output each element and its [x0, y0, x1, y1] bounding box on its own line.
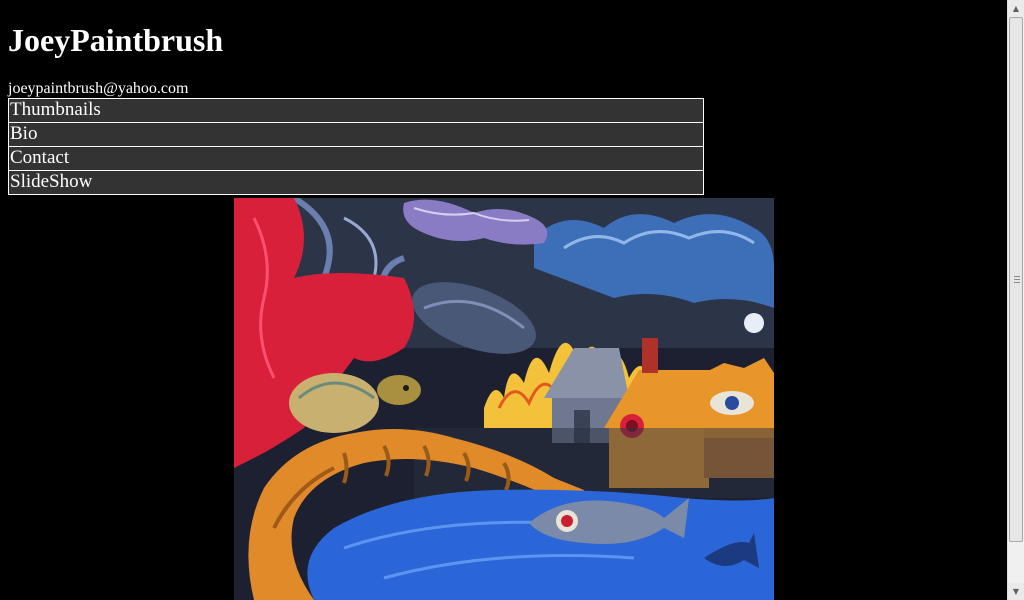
nav-item-thumbnails[interactable]: Thumbnails [8, 98, 704, 123]
site-title: JoeyPaintbrush [8, 22, 224, 58]
up-arrow-icon[interactable]: ▲ [1008, 0, 1024, 17]
nav-item-bio[interactable]: Bio [8, 122, 704, 147]
email-address: joeypaintbrush@yahoo.com [8, 80, 189, 97]
painting-image [234, 198, 774, 600]
nav-item-contact[interactable]: Contact [8, 146, 704, 171]
down-arrow-icon[interactable]: ▼ [1008, 583, 1024, 600]
page-viewport: JoeyPaintbrush joeypaintbrush@yahoo.com … [0, 0, 1007, 600]
vertical-scrollbar[interactable]: ▲ ▼ [1007, 0, 1024, 600]
nav-item-slideshow[interactable]: SlideShow [8, 170, 704, 195]
main-nav: Thumbnails Bio Contact SlideShow [8, 98, 704, 195]
scrollbar-thumb[interactable] [1009, 17, 1023, 542]
grip-icon [1014, 276, 1020, 283]
